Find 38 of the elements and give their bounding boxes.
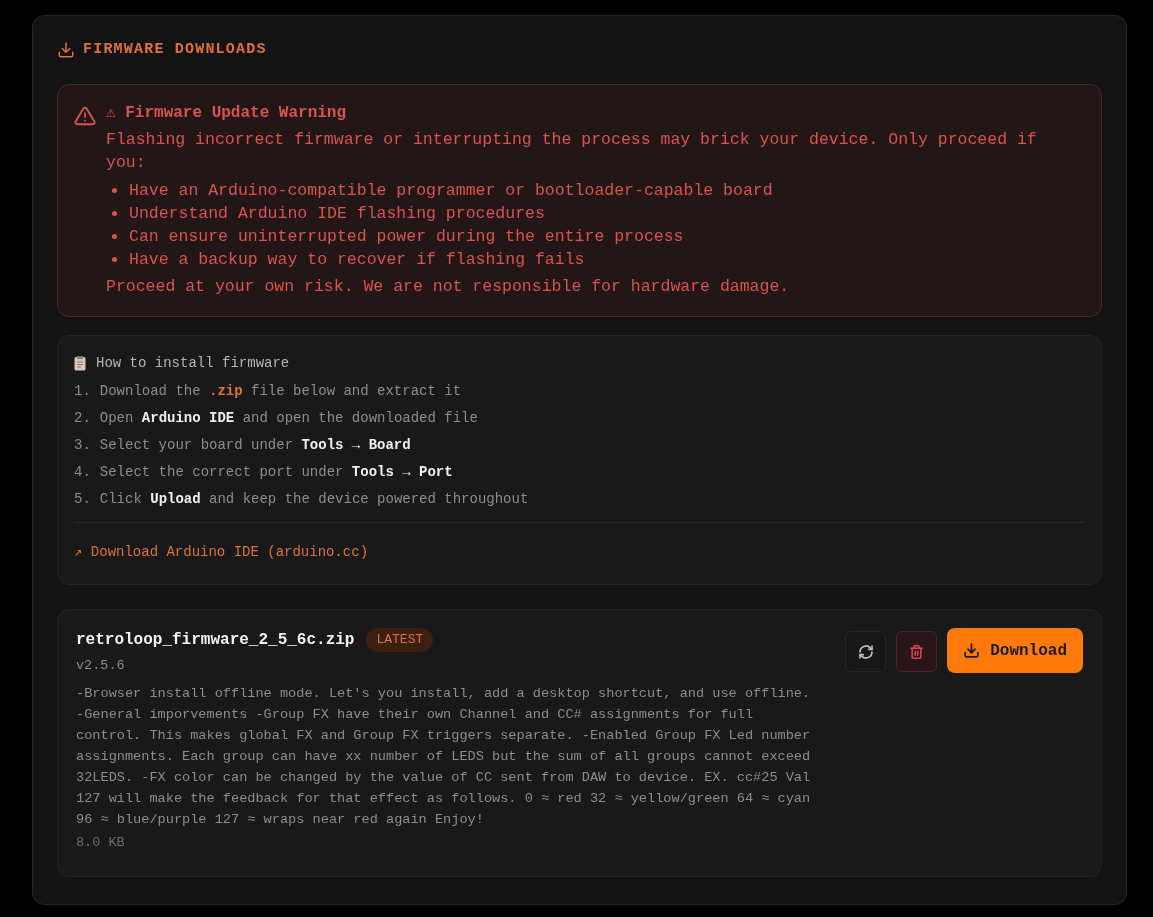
- instructions-title: How to install firmware: [96, 353, 290, 373]
- warning-text: Flashing incorrect firmware or interrupting the process may brick your device. Only proceed if you:: [106, 129, 1038, 174]
- step-number: 1.: [74, 382, 91, 401]
- step-text: Download the .zip file below and extract it: [99, 382, 462, 401]
- step-text: Click Upload and keep the device powered throughout: [99, 490, 529, 509]
- step-number: 3.: [74, 436, 91, 455]
- download-icon: [57, 41, 75, 59]
- refresh-icon: [857, 643, 874, 660]
- delete-button[interactable]: [896, 631, 938, 672]
- warning-text: Proceed at your own risk. We are not responsible for hardware damage.: [106, 276, 791, 298]
- download-ide-link[interactable]: ↗ Download Arduino IDE (arduino.cc): [74, 542, 369, 562]
- section-title: FIRMWARE DOWNLOADS: [83, 39, 267, 60]
- bullet-icon: [112, 211, 117, 216]
- clipboard-icon: [74, 355, 86, 371]
- warning-title: ⚠ Firmware Update Warning: [106, 103, 348, 123]
- file-size: 8.0 KB: [76, 834, 126, 853]
- list-item-text: Have an Arduino-compatible programmer or bootloader-capable board: [129, 180, 773, 202]
- bullet-icon: [112, 257, 117, 262]
- file-name: retroloop_firmware_2_5_6c.zip: [76, 630, 355, 651]
- bullet-icon: [112, 234, 117, 239]
- step-number: 4.: [74, 463, 91, 482]
- list-item-text: Understand Arduino IDE flashing procedures: [129, 203, 545, 225]
- list-item-text: Have a backup way to recover if flashing fails: [129, 249, 585, 271]
- download-icon: [963, 642, 981, 659]
- step-text: Select the correct port under Tools → Port: [99, 463, 453, 482]
- trash-icon: [909, 643, 925, 660]
- step-number: 2.: [74, 409, 91, 428]
- step-number: 5.: [74, 490, 91, 509]
- refresh-button[interactable]: [845, 631, 887, 672]
- file-description: -Browser install offline mode. Let's you install, add a desktop shortcut, and use offline. -General imporvements -Group FX have their own Channel and CC# assignments for full control. This makes global FX and Group FX triggers separate. -Enabled Group FX Led number assignments. Each group can have xx number of LEDS but the sum of all groups cannot exceed 32LEDS. -FX color can be changed by the value of CC sent from DAW to device. EX. cc#25 Val 127 will make the feedback for that effect as follows. 0 ≈ red 32 ≈ yellow/green 64 ≈ cyan 96 ≈ blue/purple 127 ≈ wraps near red again Enjoy!: [76, 685, 811, 830]
- warning-icon: [74, 105, 96, 127]
- list-item-text: Can ensure uninterrupted power during the entire process: [129, 226, 684, 248]
- latest-badge: LATEST: [366, 628, 434, 652]
- bullet-icon: [112, 188, 117, 193]
- step-text: Select your board under Tools → Board: [99, 436, 411, 455]
- download-button[interactable]: Download: [947, 628, 1083, 673]
- version-label: v2.5.6: [76, 657, 126, 675]
- step-text: Open Arduino IDE and open the downloaded file: [99, 409, 478, 428]
